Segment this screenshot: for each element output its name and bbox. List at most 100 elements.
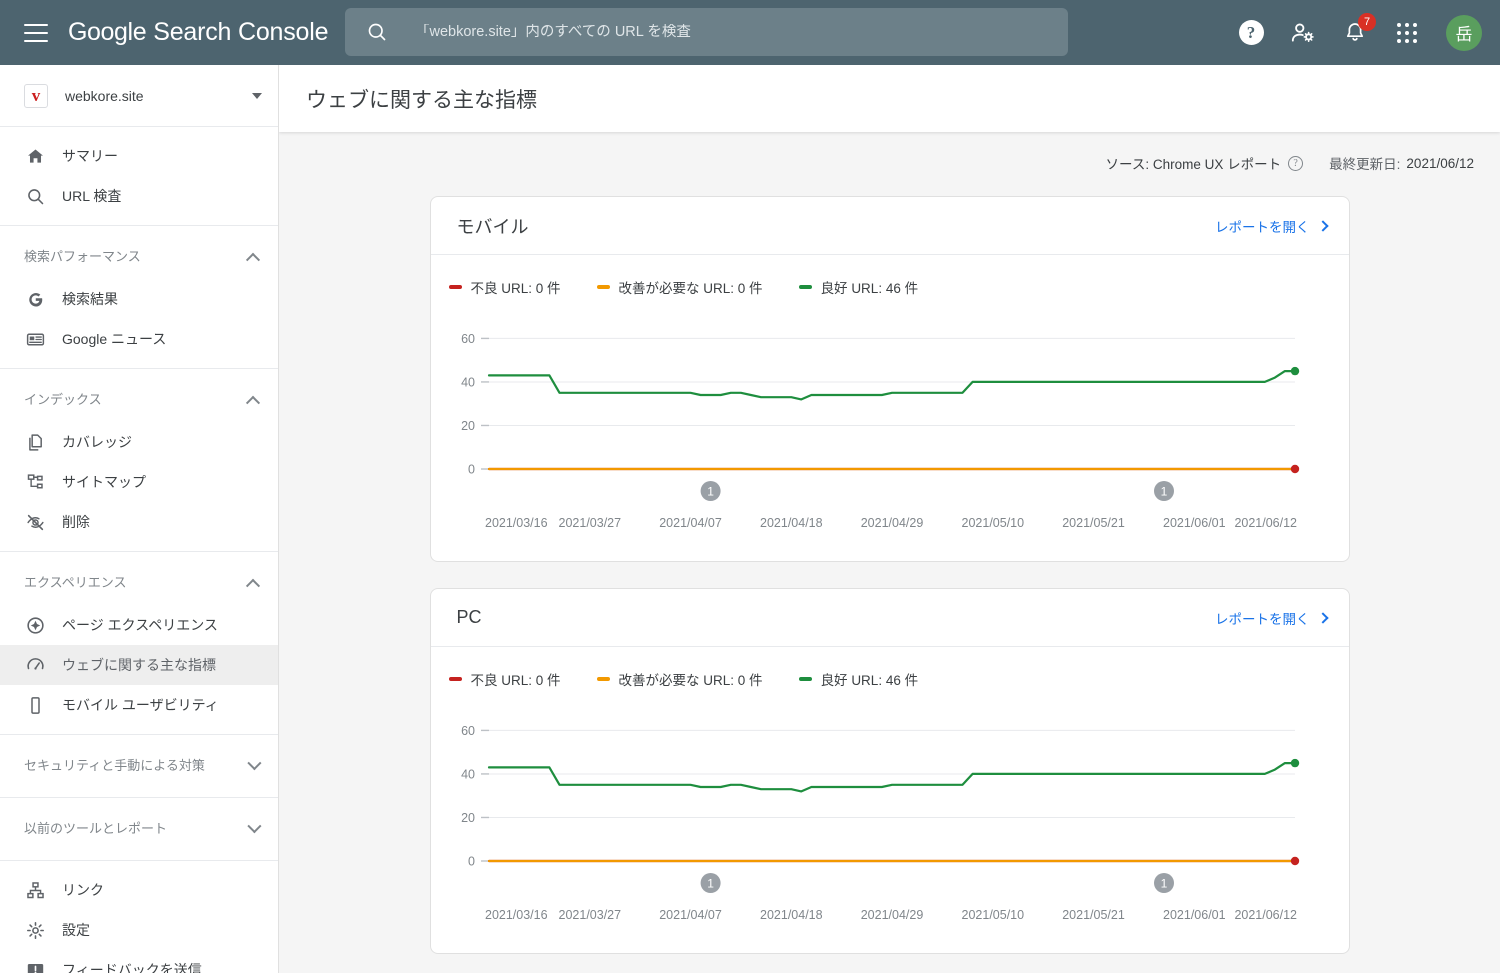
property-selector[interactable]: v webkore.site — [0, 65, 278, 127]
sidebar-item-links[interactable]: リンク — [0, 870, 278, 910]
open-report-link[interactable]: レポートを開く — [1215, 608, 1329, 628]
sidebar-item-mobile[interactable]: モバイル ユーザビリティ — [0, 685, 278, 725]
sidebar-item-search[interactable]: URL 検査 — [0, 176, 278, 216]
google-g-icon — [24, 288, 46, 310]
chevron-right-icon — [1316, 611, 1329, 624]
svg-text:1: 1 — [707, 485, 714, 499]
help-button[interactable]: ? — [1238, 20, 1264, 46]
top-bar-actions: ? 7 岳 — [1238, 0, 1482, 65]
core-web-vitals-card: モバイル レポートを開く不良 URL: 0 件 改善が必要な URL: 0 件 良好 … — [429, 196, 1350, 562]
chevron-up-icon[interactable] — [245, 578, 261, 593]
sidebar-item-feedback[interactable]: フィードバックを送信 — [0, 950, 278, 973]
links-icon — [24, 879, 46, 901]
sidebar-item-sitemap[interactable]: サイトマップ — [0, 462, 278, 502]
y-tick-label: 60 — [461, 332, 475, 346]
y-tick-label: 60 — [461, 724, 475, 738]
hamburger-menu-icon[interactable] — [24, 23, 48, 42]
home-icon — [24, 145, 46, 167]
notifications-button[interactable]: 7 — [1342, 12, 1376, 46]
x-tick-label: 2021/05/21 — [1062, 908, 1125, 922]
legend-swatch — [596, 285, 610, 289]
sidebar-item-label: モバイル ユーザビリティ — [62, 697, 219, 713]
sidebar-item-pages[interactable]: カバレッジ — [0, 422, 278, 462]
sidebar-section-header[interactable]: 検索パフォーマンス — [0, 235, 278, 279]
card-header: モバイル レポートを開く — [430, 197, 1349, 255]
chevron-down-icon[interactable] — [247, 756, 262, 771]
sidebar-section-label: 以前のツールとレポート — [24, 821, 168, 837]
legend-item[interactable]: 良好 URL: 46 件 — [798, 277, 918, 297]
news-icon — [26, 333, 44, 345]
sidebar-item-google-g[interactable]: 検索結果 — [0, 279, 278, 319]
x-tick-label: 2021/04/18 — [760, 516, 823, 530]
user-avatar[interactable]: 岳 — [1446, 14, 1482, 51]
last-updated-value: 2021/06/12 — [1406, 155, 1474, 171]
chevron-up-icon[interactable] — [245, 395, 261, 410]
annotation-marker[interactable]: 1 — [1153, 873, 1174, 893]
series-endpoint-dot — [1290, 464, 1299, 474]
sidebar-section-header[interactable]: セキュリティと手動による対策 — [0, 744, 278, 788]
legend-item[interactable]: 改善が必要な URL: 0 件 — [596, 669, 763, 689]
sidebar-item-page-experience[interactable]: ページ エクスペリエンス — [0, 605, 278, 645]
sidebar-item-gear[interactable]: 設定 — [0, 910, 278, 950]
legend-item[interactable]: 改善が必要な URL: 0 件 — [596, 277, 763, 297]
x-tick-label: 2021/03/16 — [485, 516, 548, 530]
home-icon — [27, 149, 43, 163]
legend-item[interactable]: 良好 URL: 46 件 — [798, 669, 919, 689]
legend-label: 良好 URL: 46 件 — [820, 673, 919, 688]
sidebar-item-label: サイトマップ — [62, 474, 146, 490]
sidebar-section-header[interactable]: インデックス — [0, 378, 278, 422]
brand-google-text: Google — [68, 18, 147, 46]
sidebar-item-label: フィードバックを送信 — [62, 962, 202, 973]
annotation-marker[interactable]: 1 — [700, 873, 721, 893]
chart-legend: 不良 URL: 0 件 改善が必要な URL: 0 件 良好 URL: 46 件 — [431, 255, 1349, 297]
chevron-up-icon[interactable] — [245, 252, 261, 267]
annotation-marker[interactable]: 1 — [1153, 481, 1174, 501]
open-report-link[interactable]: レポートを開く — [1215, 216, 1329, 236]
legend-item[interactable]: 不良 URL: 0 件 — [448, 277, 561, 297]
legend-swatch — [596, 677, 610, 681]
sidebar-item-eye-off[interactable]: 削除 — [0, 502, 278, 542]
svg-text:1: 1 — [1160, 485, 1167, 499]
sidebar-section-header[interactable]: 以前のツールとレポート — [0, 807, 278, 851]
chevron-down-icon[interactable] — [252, 92, 262, 99]
chart-legend: 不良 URL: 0 件 改善が必要な URL: 0 件 良好 URL: 46 件 — [431, 647, 1349, 689]
sidebar-item-label: サマリー — [62, 148, 118, 164]
y-tick-label: 20 — [461, 419, 475, 433]
url-inspection-search-box[interactable] — [345, 8, 1068, 56]
sidebar-section-header[interactable]: エクスペリエンス — [0, 561, 278, 605]
chevron-down-icon[interactable] — [247, 819, 262, 834]
sidebar-item-speedometer[interactable]: ウェブに関する主な指標 — [0, 645, 278, 685]
sidebar-item-label: ページ エクスペリエンス — [62, 617, 218, 633]
feedback-icon — [27, 963, 43, 973]
sidebar-item-label: 設定 — [62, 922, 90, 938]
legend-swatch — [798, 285, 812, 289]
sidebar-item-home[interactable]: サマリー — [0, 136, 278, 176]
x-tick-label: 2021/04/07 — [659, 516, 722, 530]
annotation-marker[interactable]: 1 — [700, 481, 721, 501]
search-input[interactable] — [415, 24, 1015, 40]
chart-container[interactable]: 0 20 40 60 1 1 2021/03/16 2021/03/27 2021/04/07 2… — [431, 689, 1349, 953]
feedback-icon — [24, 959, 46, 973]
core-web-vitals-card: PC レポートを開く 不良 URL: 0 件 改善が必要な URL: 0 件 良好 UR… — [429, 588, 1350, 954]
sidebar-item-news[interactable]: Google ニュース — [0, 319, 278, 359]
x-tick-label: 2021/04/29 — [860, 908, 923, 922]
help-icon: ? — [1238, 20, 1264, 45]
legend-item[interactable]: 不良 URL: 0 件 — [448, 669, 561, 689]
help-circle-icon[interactable]: ? — [1288, 155, 1304, 171]
chart-container[interactable]: 0 20 40 60 1 1 2021/03/16 2021/03/27 2021/04/07 2… — [431, 297, 1349, 561]
apps-grid-icon — [1397, 22, 1417, 43]
x-tick-label: 2021/03/27 — [558, 908, 621, 922]
google-apps-button[interactable] — [1394, 20, 1420, 46]
report-cards: モバイル レポートを開く 不良 URL: 0 件改善が必要な URL: 0 件良好 … — [279, 194, 1500, 954]
search-icon — [27, 188, 43, 204]
chevron-right-icon — [1316, 219, 1329, 232]
sidebar-section-label: 検索パフォーマンス — [24, 249, 141, 265]
main-content: ウェブに関する主な指標 ソース: Chrome UX レポート ? 最終更新日:… — [279, 65, 1500, 973]
brand-logo[interactable]: Google Search Console — [68, 18, 329, 47]
sidebar-item-label: リンク — [62, 882, 104, 898]
report-meta-row: ソース: Chrome UX レポート ? 最終更新日: 2021/06/12 — [279, 132, 1500, 194]
x-tick-label: 2021/05/10 — [961, 908, 1024, 922]
sidebar-group: セキュリティと手動による対策 — [0, 735, 278, 798]
account-settings-button[interactable] — [1290, 20, 1316, 46]
page-title: ウェブに関する主な指標 — [306, 88, 537, 112]
